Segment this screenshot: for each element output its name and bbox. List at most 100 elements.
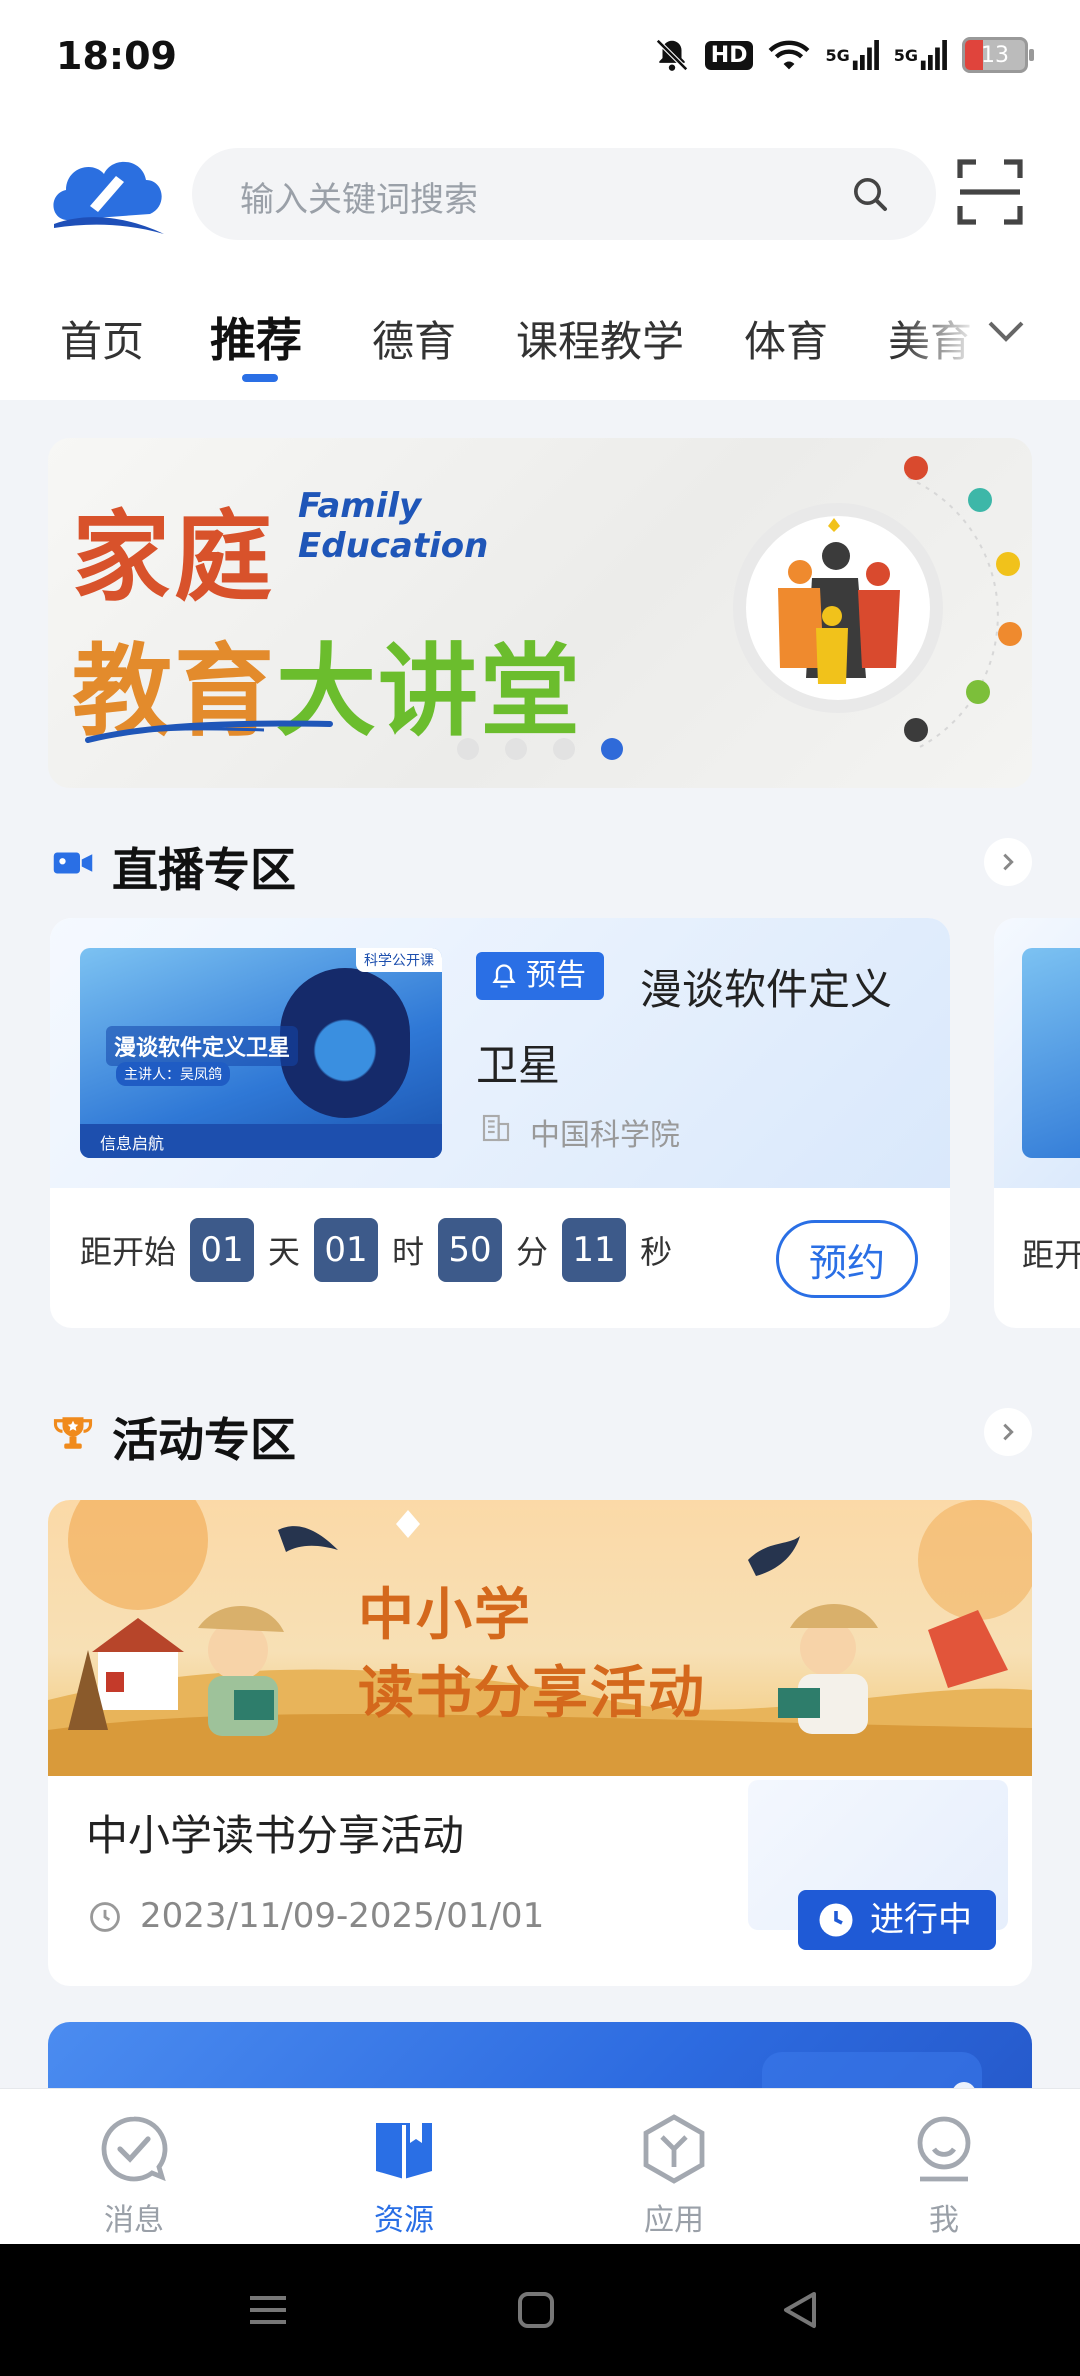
tab-sports[interactable]: 体育 <box>744 308 828 369</box>
status-bar: 18:09 HD 5G 5G 13 <box>0 0 1080 120</box>
nav-apps-label: 应用 <box>644 2203 704 2238</box>
trophy-icon <box>53 1417 93 1449</box>
carousel-dot[interactable] <box>553 738 575 760</box>
back-triangle-icon[interactable] <box>776 2286 824 2334</box>
bottom-navigation: 消息 资源 应用 我 <box>0 2088 1080 2244</box>
building-icon <box>482 1114 510 1142</box>
globe-illustration <box>280 968 410 1118</box>
thumb-footer: 信息启航 <box>80 1124 442 1158</box>
nav-messages[interactable]: 消息 <box>34 2089 234 2245</box>
hd-label: HD <box>704 40 754 70</box>
banner-english-line1: Family <box>298 486 422 526</box>
search-bar[interactable]: 输入关键词搜索 <box>192 148 936 240</box>
hd-icon: HD <box>704 36 754 74</box>
mute-bell-icon <box>653 36 691 74</box>
live-section-title: 直播专区 <box>112 843 296 897</box>
status-icons: HD 5G 5G 13 <box>653 36 1034 74</box>
activity-date: 2023/11/09-2025/01/01 <box>88 1896 544 1936</box>
live-card-next-countdown: 距开 <box>1022 1236 1080 1274</box>
category-tabs: 首页 推荐 德育 课程教学 体育 美育 <box>0 290 1080 400</box>
countdown-days-unit: 天 <box>268 1233 301 1271</box>
banner-title-line1: 家庭 <box>72 500 277 615</box>
profile-icon <box>917 2116 971 2182</box>
app-logo[interactable] <box>46 150 170 240</box>
banner-english: Family Education <box>298 486 488 566</box>
signal-5g-icon-1: 5G <box>825 36 879 74</box>
preview-badge: 预告 <box>476 952 604 1000</box>
countdown-hours-unit: 时 <box>392 1233 425 1271</box>
activity-image-title-line2: 读书分享活动 <box>358 1660 706 1726</box>
activity-status-label: 进行中 <box>870 1900 972 1940</box>
countdown-prefix: 距开始 <box>80 1233 177 1271</box>
nav-profile-label: 我 <box>929 2203 959 2238</box>
banner-english-line2: Education <box>298 526 489 566</box>
nav-profile[interactable]: 我 <box>844 2089 1044 2245</box>
reserve-button[interactable]: 预约 <box>776 1220 918 1298</box>
tab-home[interactable]: 首页 <box>60 308 144 369</box>
activity-image[interactable]: 中小学 读书分享活动 <box>48 1500 1032 1776</box>
app-hexagon-icon <box>643 2114 705 2184</box>
status-time: 18:09 <box>56 34 177 78</box>
net2-label: 5G <box>893 45 918 65</box>
reading-illustration <box>48 1500 1032 1776</box>
activity-section-header: 活动专区 <box>48 1398 1032 1468</box>
carousel-dot[interactable] <box>505 738 527 760</box>
banner-carousel[interactable]: 家庭 Family Education 教育大讲堂 <box>48 438 1032 788</box>
countdown-minutes-unit: 分 <box>516 1233 549 1271</box>
chevron-right-icon <box>1003 1423 1014 1441</box>
clock-filled-icon <box>819 1903 853 1937</box>
clock-icon <box>90 1902 120 1932</box>
video-camera-icon <box>53 852 93 874</box>
activity-date-range: 2023/11/09-2025/01/01 <box>140 1896 545 1936</box>
thumb-lecturer: 主讲人：吴凤鸽 <box>116 1062 230 1086</box>
battery-level: 13 <box>981 42 1009 68</box>
carousel-dot-active[interactable] <box>601 738 623 760</box>
search-icon[interactable] <box>850 174 890 214</box>
signal-5g-icon-2: 5G <box>894 36 948 74</box>
activity-card[interactable]: 中小学 读书分享活动 中小学读书分享活动 2023/11/09-2025/01/… <box>48 1500 1032 1986</box>
activity-title[interactable]: 中小学读书分享活动 <box>86 1802 464 1863</box>
carousel-dot[interactable] <box>457 738 479 760</box>
battery-icon: 13 <box>962 37 1034 73</box>
live-card-next[interactable]: 距开 <box>994 918 1080 1328</box>
tab-course-teaching[interactable]: 课程教学 <box>516 308 684 369</box>
system-navigation-bar <box>0 2244 1080 2376</box>
live-organization-name: 中国科学院 <box>530 1118 680 1153</box>
tab-fade <box>900 290 980 390</box>
live-organization: 中国科学院 <box>480 1110 680 1154</box>
chevron-right-icon <box>1003 853 1014 871</box>
live-thumbnail[interactable]: 科学公开课 漫谈软件定义卫星 主讲人：吴凤鸽 信息启航 <box>80 948 442 1158</box>
live-card[interactable]: 科学公开课 漫谈软件定义卫星 主讲人：吴凤鸽 信息启航 漫谈软件定义卫星 预告 … <box>50 918 950 1328</box>
preview-badge-label: 预告 <box>526 958 586 993</box>
tab-moral[interactable]: 德育 <box>372 308 456 369</box>
thumb-tag: 科学公开课 <box>356 948 442 972</box>
countdown-seconds-unit: 秒 <box>640 1233 673 1271</box>
tab-recommend[interactable]: 推荐 <box>210 304 302 370</box>
menu-icon[interactable] <box>244 2286 292 2334</box>
message-check-icon <box>101 2116 168 2182</box>
nav-messages-label: 消息 <box>104 2203 164 2238</box>
family-illustration <box>733 456 1022 749</box>
thumb-title: 漫谈软件定义卫星 <box>106 1026 299 1066</box>
wifi-icon <box>767 36 811 74</box>
home-square-icon[interactable] <box>512 2286 560 2334</box>
live-card-next-thumbnail <box>1022 948 1080 1158</box>
live-section-header: 直播专区 <box>48 828 1032 898</box>
scan-icon[interactable] <box>956 158 1024 226</box>
tab-expand-button[interactable] <box>980 290 1080 390</box>
activity-status-badge: 进行中 <box>798 1890 996 1950</box>
nav-resources[interactable]: 资源 <box>304 2089 504 2245</box>
search-placeholder: 输入关键词搜索 <box>240 180 478 220</box>
activity-section-more-button[interactable] <box>984 1408 1032 1456</box>
activity-image-title-line1: 中小学 <box>358 1582 532 1648</box>
bell-icon <box>492 964 516 988</box>
countdown-hours: 01 <box>314 1218 379 1282</box>
tab-active-indicator <box>242 374 278 382</box>
nav-apps[interactable]: 应用 <box>574 2089 774 2245</box>
chevron-down-icon <box>988 321 1024 342</box>
live-section-more-button[interactable] <box>984 838 1032 886</box>
nav-resources-label: 资源 <box>374 2203 434 2238</box>
book-icon <box>376 2123 432 2179</box>
net1-label: 5G <box>825 45 850 65</box>
thumb-footer-text: 信息启航 <box>100 1134 165 1153</box>
